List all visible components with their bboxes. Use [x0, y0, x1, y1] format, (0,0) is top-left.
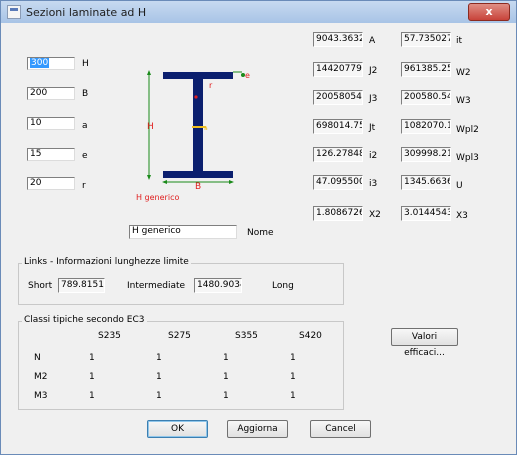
bottom-flange — [163, 171, 233, 178]
top-flange — [163, 72, 233, 79]
label-H: H — [82, 59, 89, 69]
name-label: Nome — [247, 228, 274, 238]
class-cell: 1 — [290, 353, 296, 363]
result-X3: 3.0144543 — [401, 206, 451, 221]
name-field[interactable]: H generico — [129, 225, 237, 239]
label-a: a — [82, 121, 88, 131]
result-label-Jt: Jt — [369, 123, 376, 133]
height-arrow-top — [147, 70, 151, 75]
result-Wpl2: 1082070.12 — [401, 119, 451, 134]
class-row-M2: M2 — [34, 372, 48, 382]
result-label-W3: W3 — [456, 96, 471, 106]
class-col-s275: S275 — [168, 331, 191, 341]
result-J3: 20058054 — [313, 90, 363, 105]
class-cell: 1 — [290, 391, 296, 401]
width-arrow-right — [229, 180, 234, 184]
diagram-label-e: e — [245, 71, 250, 80]
title-bar[interactable]: Sezioni laminate ad H x — [1, 1, 516, 23]
result-label-J3: J3 — [369, 94, 378, 104]
web — [193, 79, 203, 171]
class-cell: 1 — [290, 372, 296, 382]
intermediate-value: 1480.90344 — [194, 278, 242, 293]
valori-efficaci-button[interactable]: Valori efficaci... — [391, 328, 458, 358]
diagram-caption: H generico — [136, 193, 179, 202]
result-U: 1345.66365 — [401, 175, 451, 190]
window-title: Sezioni laminate ad H — [26, 6, 147, 19]
class-cell: 1 — [156, 372, 162, 382]
result-label-J2: J2 — [369, 66, 378, 76]
label-r: r — [82, 181, 86, 191]
input-r[interactable]: 20 — [27, 177, 75, 190]
width-arrow-left — [162, 180, 167, 184]
result-label-i2: i2 — [369, 151, 378, 161]
short-value: 789.815168 — [58, 278, 105, 293]
input-a[interactable]: 10 — [27, 117, 75, 130]
result-i2: 126.278488 — [313, 147, 363, 162]
class-cell: 1 — [223, 372, 229, 382]
dialog-window: Sezioni laminate ad H x 300 H 200 B 10 a… — [0, 0, 517, 455]
result-A: 9043.36328 — [313, 32, 363, 47]
result-i3: 47.0955009 — [313, 175, 363, 190]
result-label-Wpl3: Wpl3 — [456, 153, 479, 163]
diagram-label-r: r — [209, 81, 213, 90]
result-label-U: U — [456, 181, 463, 191]
links-group-title: Links - Informazioni lunghezze limite — [22, 257, 191, 267]
diagram-label-H: H — [147, 122, 154, 132]
result-it: 57.7350273 — [401, 32, 451, 47]
result-W2: 961385.25 — [401, 62, 451, 77]
result-Jt: 698014.75 — [313, 119, 363, 134]
input-e[interactable]: 15 — [27, 148, 75, 161]
result-label-i3: i3 — [369, 179, 378, 189]
input-H-value: 300 — [30, 58, 50, 68]
result-label-it: it — [456, 36, 463, 46]
close-button[interactable]: x — [468, 3, 510, 21]
class-col-s420: S420 — [299, 331, 322, 341]
classes-group-title: Classi tipiche secondo EC3 — [22, 315, 147, 325]
app-icon — [7, 5, 21, 19]
class-cell: 1 — [156, 353, 162, 363]
result-J2: 144207792 — [313, 62, 363, 77]
result-label-A: A — [369, 36, 376, 46]
result-Wpl3: 309998.218 — [401, 147, 451, 162]
class-col-s355: S355 — [235, 331, 258, 341]
class-cell: 1 — [89, 391, 95, 401]
height-arrow-bottom — [147, 175, 151, 180]
h-section-diagram: H B e r a H generico — [136, 70, 250, 202]
result-label-Wpl2: Wpl2 — [456, 125, 479, 135]
diagram-label-B: B — [195, 182, 201, 192]
class-row-N: N — [34, 353, 41, 363]
ok-button[interactable]: OK — [147, 420, 208, 438]
class-cell: 1 — [223, 353, 229, 363]
label-B: B — [82, 89, 89, 99]
class-col-s235: S235 — [98, 331, 121, 341]
intermediate-label: Intermediate — [127, 281, 186, 291]
aggiorna-button[interactable]: Aggiorna — [227, 420, 288, 438]
class-cell: 1 — [89, 372, 95, 382]
class-cell: 1 — [223, 391, 229, 401]
diagram-label-a: a — [204, 125, 208, 132]
class-cell: 1 — [156, 391, 162, 401]
class-row-M3: M3 — [34, 391, 48, 401]
long-label: Long — [272, 281, 294, 291]
input-B[interactable]: 200 — [27, 87, 75, 100]
result-label-X3: X3 — [456, 211, 468, 221]
result-X2: 1.8086726 — [313, 206, 363, 221]
class-cell: 1 — [89, 353, 95, 363]
result-W3: 200580.546 — [401, 90, 451, 105]
result-label-W2: W2 — [456, 68, 471, 78]
label-e: e — [82, 151, 88, 161]
fillet-radius-marker — [194, 95, 198, 99]
short-label: Short — [28, 281, 53, 291]
input-H[interactable]: 300 — [27, 57, 75, 70]
cancel-button[interactable]: Cancel — [310, 420, 371, 438]
result-label-X2: X2 — [369, 210, 381, 220]
